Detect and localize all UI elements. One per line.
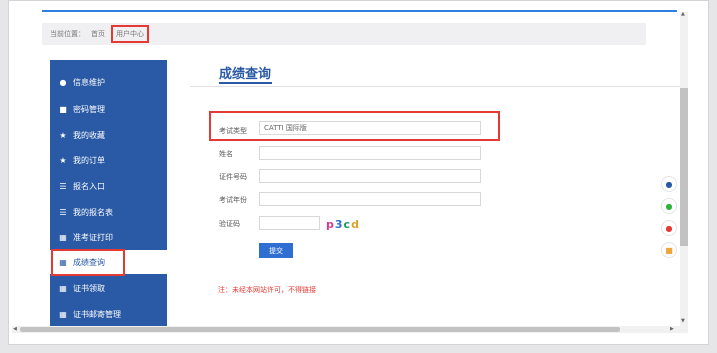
page-title: 成绩查询	[219, 67, 272, 82]
sidebar-item-label: 证书邮寄管理	[73, 309, 121, 319]
sidebar-item-label: 我的订单	[73, 155, 105, 165]
lock-icon: ■	[59, 104, 67, 114]
horizontal-scroll-thumb[interactable]	[20, 327, 620, 332]
sidebar-item-label: 我的报名表	[73, 207, 113, 217]
grid-icon: ▦	[59, 232, 67, 242]
sidebar-item-admission-ticket[interactable]: ▦ 准考证打印	[50, 225, 167, 249]
scroll-up-icon[interactable]: ▲	[681, 11, 685, 17]
title-divider	[190, 86, 680, 87]
captcha-char: 3	[334, 218, 344, 231]
id-number-field[interactable]	[259, 169, 481, 183]
floating-share-bar: ● ● ● ■	[661, 176, 677, 258]
name-field[interactable]	[259, 146, 481, 160]
exam-year-field[interactable]	[259, 192, 481, 206]
sidebar-item-label: 报名入口	[73, 181, 105, 191]
header-accent-line	[42, 10, 677, 12]
exam-type-field[interactable]: CATTI 国际版	[259, 121, 481, 135]
wechat-icon[interactable]: ●	[661, 198, 677, 214]
sidebar-item-label: 我的收藏	[73, 130, 105, 140]
captcha-image[interactable]: p3cd	[326, 218, 360, 231]
sidebar-item-registration[interactable]: ☰ 报名入口	[50, 174, 167, 198]
exam-year-label: 考试年份	[219, 196, 247, 204]
breadcrumb-prefix: 当前位置：	[50, 30, 85, 38]
breadcrumb-home-link[interactable]: 首页	[91, 29, 105, 39]
sidebar-item-label: 准考证打印	[73, 232, 113, 242]
breadcrumb-current[interactable]: 用户中心	[111, 25, 149, 43]
id-number-label: 证件号码	[219, 173, 247, 181]
sidebar-item-password[interactable]: ■ 密码管理	[50, 97, 167, 121]
sidebar-item-label: 证书领取	[73, 283, 105, 293]
qq-icon[interactable]: ●	[661, 176, 677, 192]
sidebar-item-orders[interactable]: ★ 我的订单	[50, 148, 167, 172]
star-icon: ★	[59, 155, 67, 165]
exam-type-label: 考试类型	[219, 127, 247, 135]
message-icon[interactable]: ■	[661, 242, 677, 258]
grid-icon: ▦	[59, 309, 67, 319]
list-icon: ☰	[59, 181, 67, 191]
grid-icon: ▦	[59, 283, 67, 293]
title-underline	[219, 82, 272, 84]
sidebar-item-favorites[interactable]: ★ 我的收藏	[50, 123, 167, 147]
sidebar-item-certificate[interactable]: ▦ 证书领取	[50, 276, 167, 300]
name-label: 姓名	[219, 150, 233, 158]
sidebar-item-info[interactable]: ● 信息维护	[50, 70, 167, 94]
breadcrumb: 当前位置： 首页 用户中心	[42, 23, 646, 45]
captcha-char: d	[351, 218, 360, 231]
vertical-scroll-thumb[interactable]	[680, 88, 688, 246]
scroll-left-icon[interactable]: ◀	[13, 326, 17, 332]
list-icon: ☰	[59, 207, 67, 217]
sidebar-item-my-forms[interactable]: ☰ 我的报名表	[50, 200, 167, 224]
sidebar-item-label: 信息维护	[73, 77, 105, 87]
sidebar-item-label: 密码管理	[73, 104, 105, 114]
captcha-label: 验证码	[219, 220, 240, 228]
user-icon: ●	[59, 77, 67, 87]
scroll-right-icon[interactable]: ▶	[670, 326, 674, 332]
captcha-char: p	[326, 218, 335, 231]
weibo-icon[interactable]: ●	[661, 220, 677, 236]
active-item-highlight	[51, 249, 125, 276]
captcha-field[interactable]	[259, 216, 320, 230]
sidebar: ● 信息维护 ■ 密码管理 ★ 我的收藏 ★ 我的订单 ☰ 报名入口 ☰ 我的报…	[50, 60, 167, 328]
star-icon: ★	[59, 130, 67, 140]
captcha-char: c	[343, 218, 352, 231]
sidebar-item-certificate-mailing[interactable]: ▦ 证书邮寄管理	[50, 302, 167, 326]
link-notice: 注：未经本网站许可，不得链接	[218, 286, 316, 294]
submit-button[interactable]: 提交	[259, 243, 293, 258]
scroll-down-icon[interactable]: ▼	[681, 318, 685, 324]
